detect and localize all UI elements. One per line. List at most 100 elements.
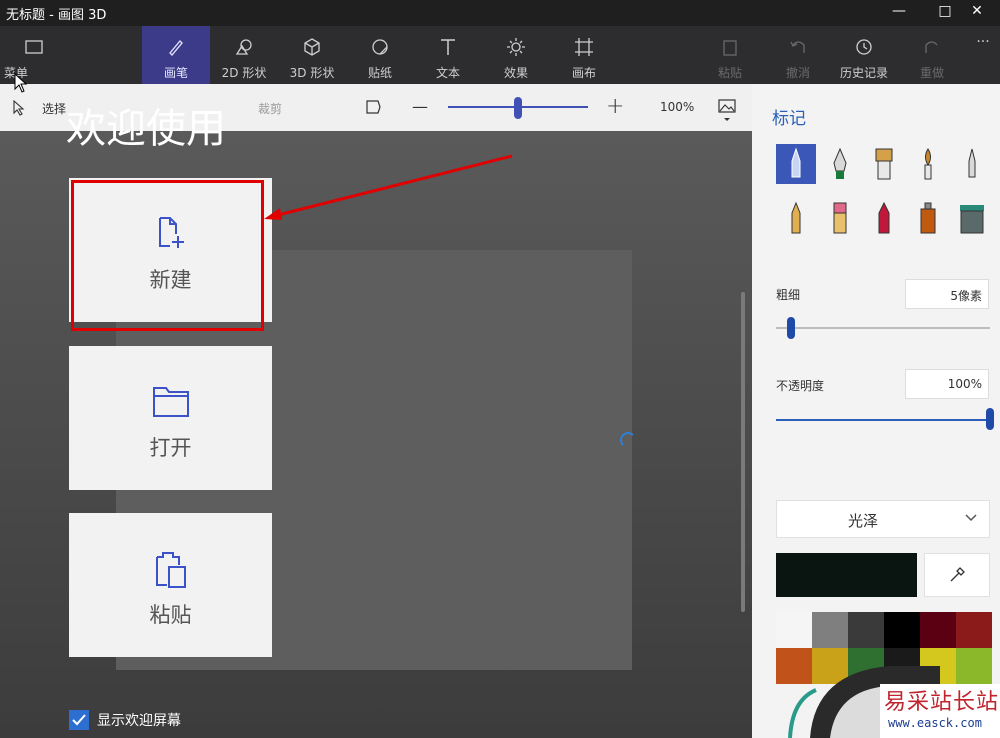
text-icon (441, 39, 455, 55)
cube-icon (304, 38, 320, 56)
watercolor-icon (924, 148, 932, 180)
paste-clipboard-icon (155, 552, 186, 588)
eraser-icon (833, 202, 847, 234)
close-button[interactable]: ✕ (954, 0, 1000, 26)
thickness-slider-thumb[interactable] (786, 317, 795, 339)
tab-2d-shapes[interactable]: 2D 形状 (210, 26, 278, 84)
redo-icon (925, 41, 938, 53)
more-label: ··· (976, 34, 990, 50)
checkmark-icon (72, 714, 86, 726)
magic-select-icon[interactable] (364, 98, 382, 116)
palette-color-swatch[interactable] (812, 612, 848, 648)
tab-canvas[interactable]: 画布 (550, 26, 618, 84)
tab-brushes-label: 画笔 (163, 66, 188, 80)
undo-icon (790, 41, 805, 53)
history-button[interactable]: 历史记录 (830, 26, 898, 84)
vertical-scrollbar[interactable] (741, 292, 745, 612)
watermark-url: www.easck.com (888, 716, 982, 730)
eyedropper-button[interactable] (924, 553, 990, 597)
undo-button[interactable]: 撤消 (764, 26, 832, 84)
select-cursor-icon (13, 100, 25, 116)
window-title: 无标题 - 画图 3D (6, 8, 107, 23)
select-button[interactable]: 选择 (42, 100, 66, 117)
thickness-slider-track[interactable] (776, 327, 990, 329)
opacity-input[interactable]: 100% (905, 369, 989, 399)
crayon-icon (878, 201, 890, 234)
calligraphy-pen-tool[interactable] (820, 144, 860, 184)
tab-stickers-label: 贴纸 (367, 66, 392, 80)
pencil-icon (791, 201, 801, 234)
paste-action-label: 粘贴 (717, 66, 742, 80)
annotation-highlight-box (71, 180, 264, 331)
tab-text[interactable]: 文本 (414, 26, 482, 84)
view-image-icon[interactable] (718, 98, 736, 122)
show-welcome-toggle[interactable]: 显示欢迎屏幕 (69, 710, 181, 730)
watercolor-tool[interactable] (908, 144, 948, 184)
welcome-title: 欢迎使用 (66, 106, 226, 152)
spray-can-tool[interactable] (908, 198, 948, 238)
finish-dropdown[interactable]: 光泽 (776, 500, 990, 538)
tab-2d-shapes-label: 2D 形状 (221, 66, 267, 80)
zoom-in-button[interactable]: + (606, 94, 624, 119)
tab-stickers[interactable]: 贴纸 (346, 26, 414, 84)
mouse-cursor-icon (14, 73, 28, 93)
zoom-level: 100% (660, 100, 695, 114)
paste-icon (723, 40, 737, 56)
pencil-tool[interactable] (776, 198, 816, 238)
palette-color-swatch[interactable] (884, 612, 920, 648)
eyedropper-icon (950, 567, 965, 582)
tab-3d-shapes[interactable]: 3D 形状 (278, 26, 346, 84)
effects-icon (507, 38, 525, 56)
tab-brushes[interactable]: 画笔 (142, 26, 210, 84)
palette-color-swatch[interactable] (956, 612, 992, 648)
paste-action-button[interactable]: 粘贴 (696, 26, 764, 84)
zoom-slider-thumb[interactable] (514, 97, 522, 119)
loading-spinner-icon (620, 432, 636, 448)
crop-button[interactable]: 裁剪 (258, 100, 282, 117)
show-welcome-label: 显示欢迎屏幕 (97, 713, 181, 729)
show-welcome-checkbox[interactable] (69, 710, 89, 730)
palette-color-swatch[interactable] (956, 648, 992, 684)
oil-brush-tool[interactable] (864, 144, 904, 184)
marker-icon (791, 147, 801, 178)
watermark-title: 易采站长站 (884, 690, 1000, 715)
watermark: 易采站长站 www.easck.com (880, 684, 1000, 738)
paste-label: 粘贴 (149, 603, 192, 627)
eraser-tool[interactable] (820, 198, 860, 238)
calligraphy-pen-icon (833, 147, 847, 179)
paste-button[interactable]: 粘贴 (69, 513, 272, 657)
history-label: 历史记录 (839, 66, 888, 80)
redo-label: 重做 (919, 66, 944, 80)
open-button[interactable]: 打开 (69, 346, 272, 490)
title-bar: 无标题 - 画图 3D — □ ✕ (0, 0, 1000, 26)
menu-button[interactable]: 菜单 (0, 26, 68, 84)
palette-color-swatch[interactable] (848, 612, 884, 648)
shapes-2d-icon (235, 39, 252, 55)
opacity-slider-track[interactable] (776, 419, 990, 421)
opacity-slider-thumb[interactable] (986, 408, 994, 430)
pixel-pen-tool[interactable] (952, 144, 992, 184)
palette-color-swatch[interactable] (776, 612, 812, 648)
thickness-label: 粗细 (776, 288, 801, 302)
palette-color-swatch[interactable] (920, 612, 956, 648)
pixel-pen-icon (968, 148, 976, 178)
thickness-input[interactable]: 5像素 (905, 279, 989, 309)
zoom-out-button[interactable]: — (412, 97, 428, 116)
crayon-tool[interactable] (864, 198, 904, 238)
menu-folder-icon (25, 40, 43, 54)
more-button[interactable]: ··· (966, 26, 1000, 84)
redo-button[interactable]: 重做 (898, 26, 966, 84)
tab-effects[interactable]: 效果 (482, 26, 550, 84)
opacity-label: 不透明度 (776, 379, 825, 393)
selected-color-swatch[interactable] (776, 553, 917, 597)
oil-brush-icon (875, 148, 893, 180)
tab-text-label: 文本 (435, 66, 460, 80)
panel-title: 标记 (772, 109, 806, 129)
tab-canvas-label: 画布 (571, 66, 596, 80)
minimize-button[interactable]: — (876, 0, 922, 26)
tab-effects-label: 效果 (503, 66, 528, 80)
fill-tool[interactable] (952, 198, 992, 238)
undo-label: 撤消 (785, 66, 810, 80)
marker-tool[interactable] (776, 144, 816, 184)
open-label: 打开 (149, 436, 192, 460)
